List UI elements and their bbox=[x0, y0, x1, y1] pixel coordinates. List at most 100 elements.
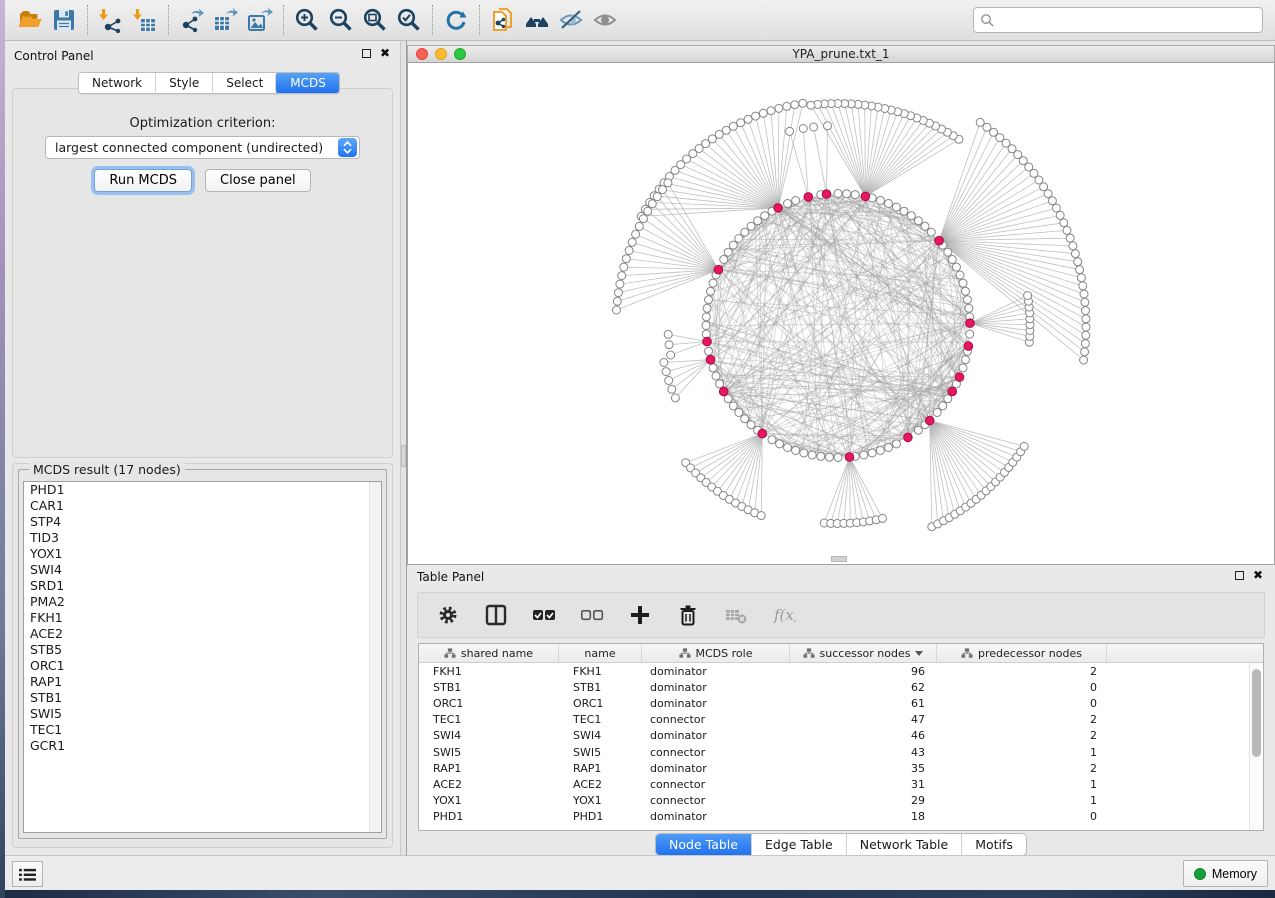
control-panel-close-icon[interactable]: ✖ bbox=[380, 49, 390, 58]
memory-button[interactable]: Memory bbox=[1183, 860, 1268, 887]
table-row[interactable]: PHD1PHD1dominator180 bbox=[419, 809, 1249, 825]
dominator-node[interactable] bbox=[706, 355, 715, 364]
network-view[interactable] bbox=[407, 63, 1275, 565]
toolbar-zoom-fit-button[interactable] bbox=[358, 3, 392, 37]
mcds-result-item[interactable]: STB1 bbox=[24, 690, 381, 706]
dominator-node[interactable] bbox=[758, 429, 767, 438]
mcds-result-item[interactable]: TEC1 bbox=[24, 722, 381, 738]
toolbar-open-button[interactable] bbox=[13, 3, 47, 37]
table-delete-button[interactable] bbox=[674, 601, 702, 629]
toolbar-eye-slash-button[interactable] bbox=[554, 3, 588, 37]
table-panel-close-icon[interactable]: ✖ bbox=[1253, 571, 1263, 580]
toolbar-zoom-in-button[interactable] bbox=[290, 3, 324, 37]
mcds-result-list[interactable]: PHD1CAR1STP4TID3YOX1SWI4SRD1PMA2FKH1ACE2… bbox=[23, 481, 382, 833]
table-row[interactable]: SWI5SWI5connector431 bbox=[419, 744, 1249, 760]
close-panel-button[interactable]: Close panel bbox=[205, 169, 311, 192]
table-row[interactable]: STB1STB1dominator620 bbox=[419, 679, 1249, 695]
tab-edge-table[interactable]: Edge Table bbox=[751, 834, 846, 855]
toolbar-zoom-out-button[interactable] bbox=[324, 3, 358, 37]
mcds-result-item[interactable]: SWI4 bbox=[24, 562, 381, 578]
table-row[interactable]: YOX1YOX1connector291 bbox=[419, 793, 1249, 809]
table-row[interactable]: TEC1TEC1connector472 bbox=[419, 712, 1249, 728]
dominator-node[interactable] bbox=[719, 387, 728, 396]
mcds-result-item[interactable]: STB5 bbox=[24, 642, 381, 658]
toolbar-zoom-selected-button[interactable] bbox=[392, 3, 426, 37]
toolbar-eye-button[interactable] bbox=[588, 3, 622, 37]
dominator-node[interactable] bbox=[904, 433, 913, 442]
mcds-result-item[interactable]: SRD1 bbox=[24, 578, 381, 594]
table-add-button[interactable] bbox=[626, 601, 654, 629]
control-panel-float-icon[interactable] bbox=[362, 49, 371, 58]
column-header-MCDS-role[interactable]: MCDS role bbox=[642, 644, 790, 662]
toolbar-binoculars-button[interactable] bbox=[520, 3, 554, 37]
mcds-result-item[interactable]: PMA2 bbox=[24, 594, 381, 610]
mcds-result-item[interactable]: ACE2 bbox=[24, 626, 381, 642]
dominator-node[interactable] bbox=[845, 453, 854, 462]
column-header-successor-nodes[interactable]: successor nodes bbox=[790, 644, 937, 662]
table-row[interactable]: SWI4SWI4dominator462 bbox=[419, 728, 1249, 744]
vertical-splitter[interactable] bbox=[400, 41, 407, 855]
dominator-node[interactable] bbox=[774, 204, 783, 213]
mcds-result-item[interactable]: SWI5 bbox=[24, 706, 381, 722]
table-row[interactable]: ORC1ORC1dominator610 bbox=[419, 695, 1249, 711]
mcds-result-item[interactable]: PHD1 bbox=[24, 482, 381, 498]
mcds-result-item[interactable]: GCR1 bbox=[24, 738, 381, 754]
tab-mcds[interactable]: MCDS bbox=[275, 72, 340, 94]
splitter-grip[interactable] bbox=[401, 445, 406, 467]
toolbar-network-document-button[interactable] bbox=[486, 3, 520, 37]
tab-network[interactable]: Network bbox=[79, 73, 155, 93]
toolbar-import-network-button[interactable] bbox=[94, 3, 128, 37]
dominator-node[interactable] bbox=[703, 337, 712, 346]
mcds-result-item[interactable]: YOX1 bbox=[24, 546, 381, 562]
tab-style[interactable]: Style bbox=[155, 73, 212, 93]
table-scrollbar-thumb[interactable] bbox=[1252, 669, 1261, 757]
dominator-node[interactable] bbox=[804, 193, 813, 202]
search-box[interactable] bbox=[973, 7, 1263, 33]
task-history-button[interactable] bbox=[12, 861, 43, 887]
column-header-shared-name[interactable]: shared name bbox=[419, 644, 559, 662]
toolbar-save-button[interactable] bbox=[47, 3, 81, 37]
mcds-result-item[interactable]: TID3 bbox=[24, 530, 381, 546]
dominator-node[interactable] bbox=[714, 265, 723, 274]
dominator-node[interactable] bbox=[935, 236, 944, 245]
mcds-result-item[interactable]: ORC1 bbox=[24, 658, 381, 674]
tab-select[interactable]: Select bbox=[212, 73, 276, 93]
network-splitter-grip[interactable] bbox=[831, 556, 847, 562]
table-panel-float-icon[interactable] bbox=[1235, 571, 1244, 580]
network-window-titlebar[interactable]: YPA_prune.txt_1 bbox=[407, 45, 1275, 63]
tab-node-table[interactable]: Node Table bbox=[656, 834, 751, 855]
search-input[interactable] bbox=[999, 13, 1256, 27]
dominator-node[interactable] bbox=[948, 387, 957, 396]
dominator-node[interactable] bbox=[925, 416, 934, 425]
dominator-node[interactable] bbox=[966, 319, 975, 328]
mcds-result-item[interactable]: STP4 bbox=[24, 514, 381, 530]
toolbar-import-table-button[interactable] bbox=[128, 3, 162, 37]
table-scrollbar[interactable] bbox=[1249, 663, 1263, 830]
table-row[interactable]: FKH1FKH1dominator962 bbox=[419, 663, 1249, 679]
network-canvas[interactable] bbox=[408, 63, 1274, 564]
run-mcds-button[interactable]: Run MCDS bbox=[94, 169, 192, 192]
mcds-result-item[interactable]: RAP1 bbox=[24, 674, 381, 690]
table-row[interactable]: ACE2ACE2connector311 bbox=[419, 776, 1249, 792]
mcds-result-item[interactable]: FKH1 bbox=[24, 610, 381, 626]
toolbar-export-network-button[interactable] bbox=[175, 3, 209, 37]
dominator-node[interactable] bbox=[861, 192, 870, 201]
toolbar-export-image-button[interactable] bbox=[243, 3, 277, 37]
table-columns-button[interactable] bbox=[482, 601, 510, 629]
column-header-predecessor-nodes[interactable]: predecessor nodes bbox=[937, 644, 1107, 662]
table-row[interactable]: RAP1RAP1dominator352 bbox=[419, 760, 1249, 776]
mcds-result-item[interactable]: CAR1 bbox=[24, 498, 381, 514]
tab-network-table[interactable]: Network Table bbox=[846, 834, 962, 855]
toolbar-refresh-button[interactable] bbox=[439, 3, 473, 37]
table-deselect-all-button[interactable] bbox=[578, 601, 606, 629]
table-select-all-button[interactable] bbox=[530, 601, 558, 629]
mcds-list-scrollbar[interactable] bbox=[369, 482, 381, 832]
dominator-node[interactable] bbox=[955, 373, 964, 382]
table-settings-button[interactable] bbox=[434, 601, 462, 629]
tab-motifs[interactable]: Motifs bbox=[961, 834, 1026, 855]
toolbar-export-table-button[interactable] bbox=[209, 3, 243, 37]
dominator-node[interactable] bbox=[964, 342, 973, 351]
criterion-dropdown[interactable]: largest connected component (undirected) bbox=[45, 136, 360, 159]
dominator-node[interactable] bbox=[822, 190, 831, 199]
column-header-name[interactable]: name bbox=[559, 644, 642, 662]
